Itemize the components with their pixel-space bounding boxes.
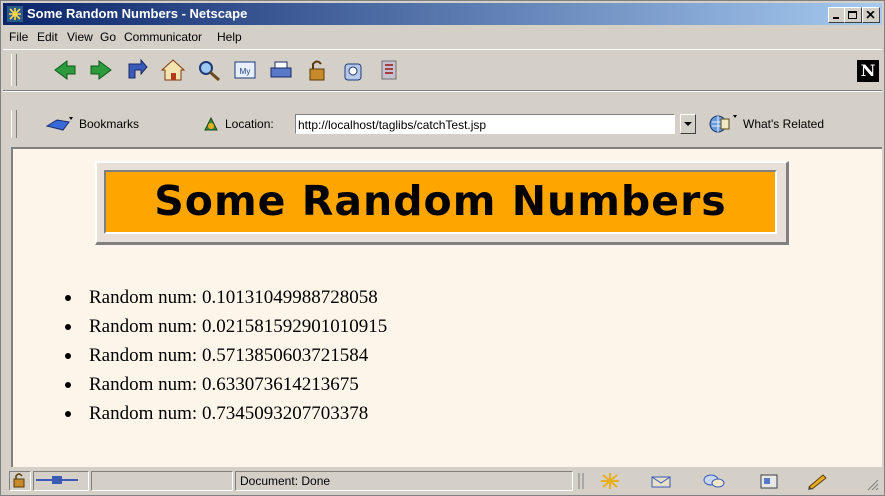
list-item-text: Random num: 0.5713850603721584 — [89, 345, 369, 366]
whats-related-icon — [709, 115, 737, 133]
close-button[interactable] — [862, 7, 880, 23]
menu-file[interactable]: File — [9, 30, 28, 44]
location-toolbar: Bookmarks Location: http://localhost/tag… — [3, 91, 882, 144]
component-bar — [577, 471, 857, 491]
list-item-text: Random num: 0.021581592901010915 — [89, 316, 388, 337]
bookmarks-label: Bookmarks — [79, 117, 140, 131]
forward-icon — [90, 60, 112, 80]
address-book-icon[interactable] — [757, 472, 783, 490]
composer-icon[interactable] — [805, 472, 831, 490]
location-toolbar-grip[interactable] — [11, 110, 17, 138]
minimize-icon — [833, 17, 839, 19]
list-item: Random num: 0.633073614213675 — [57, 370, 387, 399]
menu-communicator[interactable]: Communicator — [124, 30, 202, 44]
list-item-text: Random num: 0.10131049988728058 — [89, 287, 378, 308]
status-text: Document: Done — [240, 474, 331, 488]
location-url-field[interactable]: http://localhost/taglibs/catchTest.jsp — [295, 114, 675, 134]
progress-bar — [91, 471, 233, 491]
toolbar-grip[interactable] — [11, 54, 17, 86]
resize-grip-icon[interactable] — [865, 477, 879, 491]
navigation-toolbar: My N — [3, 49, 882, 91]
netscape-logo-text: N — [860, 61, 876, 80]
home-icon — [160, 59, 186, 81]
list-item-text: Random num: 0.7345093207703378 — [89, 403, 369, 424]
bullet-icon — [65, 411, 71, 417]
whats-related-button[interactable]: What's Related — [707, 113, 877, 135]
my-netscape-button[interactable]: My — [231, 56, 259, 84]
security-icon — [309, 60, 325, 81]
bookmarks-icon — [45, 117, 73, 131]
status-text-cell: Document: Done — [235, 471, 573, 491]
reload-button[interactable] — [123, 56, 151, 84]
list-item: Random num: 0.10131049988728058 — [57, 283, 387, 312]
mail-icon[interactable] — [649, 472, 675, 490]
connection-icon — [36, 476, 78, 484]
window-title: Some Random Numbers - Netscape — [27, 6, 248, 21]
menu-bar: File Edit View Go Communicator Help — [3, 27, 882, 47]
page-heading: Some Random Numbers — [104, 170, 777, 234]
random-number-list: Random num: 0.10131049988728058 Random n… — [57, 283, 387, 428]
location-label: Location: — [225, 117, 274, 131]
svg-text:My: My — [240, 67, 251, 76]
forward-button[interactable] — [87, 56, 115, 84]
chevron-down-icon — [684, 122, 692, 126]
page-content: Some Random Numbers Random num: 0.101310… — [11, 147, 882, 467]
component-bar-grip-icon — [578, 473, 584, 489]
bullet-icon — [65, 324, 71, 330]
security-button[interactable] — [303, 56, 331, 84]
print-button[interactable] — [267, 56, 295, 84]
list-item: Random num: 0.5713850603721584 — [57, 341, 387, 370]
title-bar[interactable]: Some Random Numbers - Netscape — [3, 3, 882, 25]
list-item: Random num: 0.021581592901010915 — [57, 312, 387, 341]
home-button[interactable] — [159, 56, 187, 84]
back-icon — [54, 60, 76, 80]
back-button[interactable] — [51, 56, 79, 84]
security-status[interactable] — [9, 471, 31, 491]
my-netscape-icon: My — [234, 61, 256, 79]
reload-icon — [128, 58, 148, 79]
search-icon — [199, 61, 220, 82]
stop-icon — [381, 60, 397, 80]
padlock-icon — [13, 473, 25, 488]
maximize-icon — [848, 11, 857, 19]
stop-button[interactable] — [375, 56, 403, 84]
bullet-icon — [65, 353, 71, 359]
bookmarks-button[interactable]: Bookmarks — [43, 114, 178, 134]
status-bar: Document: Done — [3, 469, 882, 493]
shop-button[interactable] — [339, 56, 367, 84]
menu-edit[interactable]: Edit — [37, 30, 58, 44]
whats-related-label: What's Related — [743, 117, 824, 131]
navigator-icon[interactable] — [597, 472, 623, 490]
location-icon — [201, 114, 221, 137]
print-icon — [270, 61, 292, 78]
list-item-text: Random num: 0.633073614213675 — [89, 374, 359, 395]
list-item: Random num: 0.7345093207703378 — [57, 399, 387, 428]
search-button[interactable] — [195, 56, 223, 84]
menu-help[interactable]: Help — [217, 30, 242, 44]
heading-frame: Some Random Numbers — [95, 161, 789, 245]
location-dropdown-button[interactable] — [680, 114, 696, 134]
browser-window: Some Random Numbers - Netscape File Edit… — [0, 0, 885, 496]
maximize-button[interactable] — [844, 7, 862, 23]
netscape-logo[interactable]: N — [857, 60, 879, 82]
bullet-icon — [65, 295, 71, 301]
bullet-icon — [65, 382, 71, 388]
discussions-icon[interactable] — [701, 472, 727, 490]
netscape-app-icon — [7, 6, 23, 22]
shop-icon — [344, 63, 362, 81]
menu-go[interactable]: Go — [100, 30, 116, 44]
menu-view[interactable]: View — [67, 30, 93, 44]
connection-status[interactable] — [33, 471, 89, 491]
close-icon — [866, 11, 875, 19]
